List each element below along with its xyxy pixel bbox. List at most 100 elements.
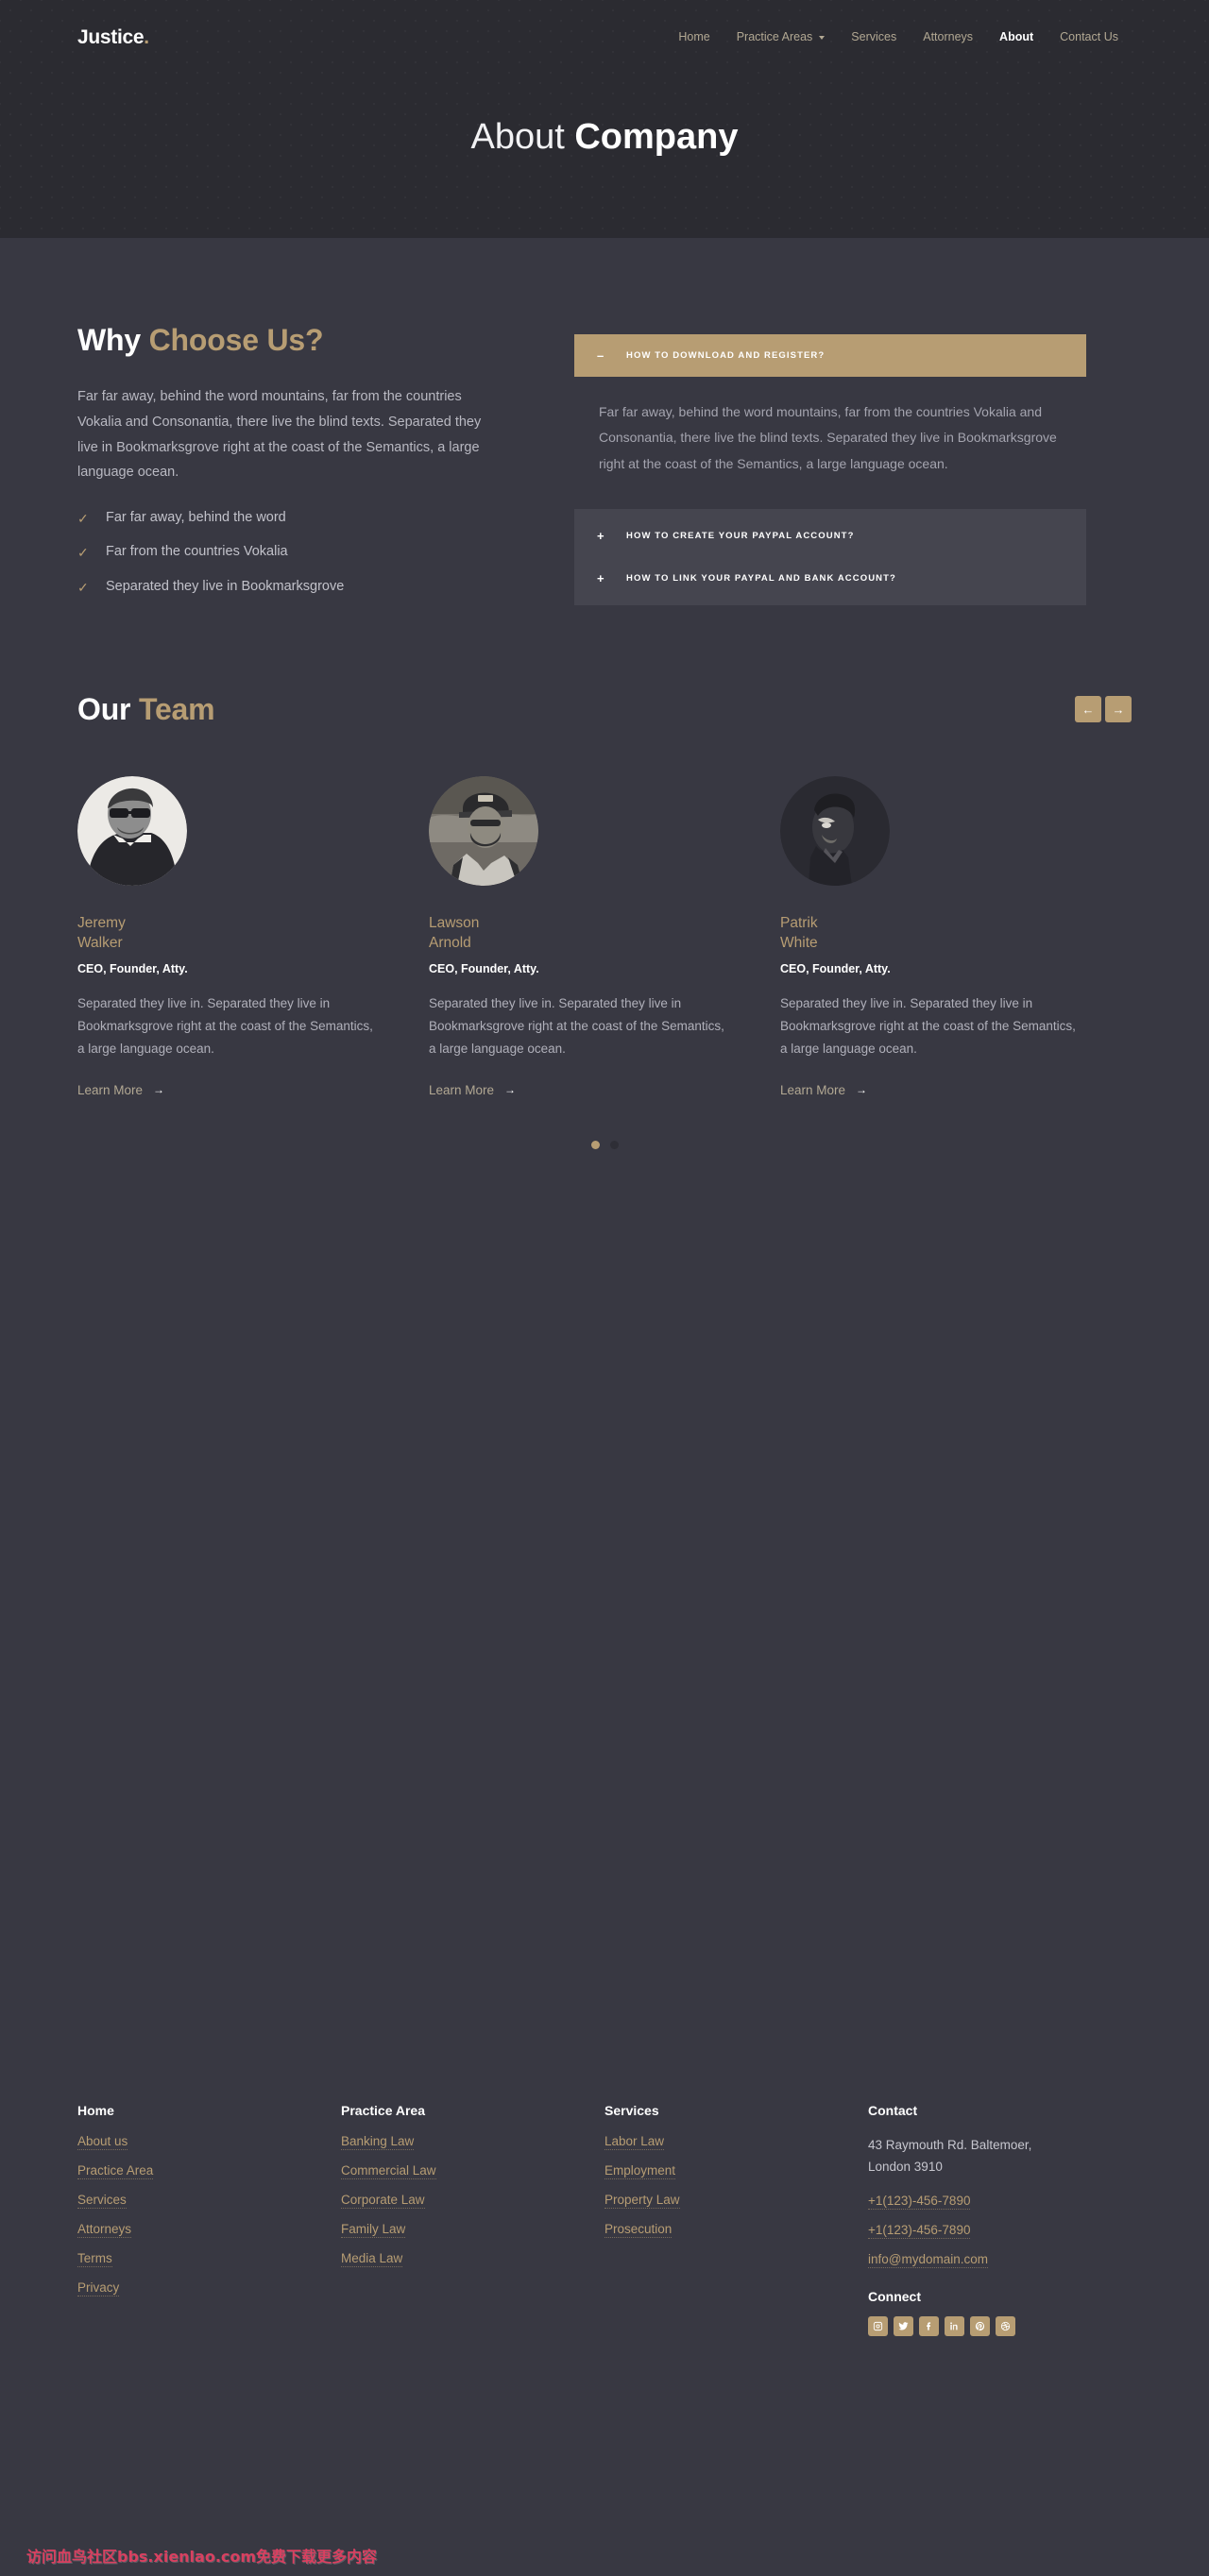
- nav-item-practice-areas[interactable]: Practice Areas: [724, 25, 839, 49]
- member-role: CEO, Founder, Atty.: [780, 961, 891, 975]
- footer-link-terms[interactable]: Terms: [77, 2251, 112, 2267]
- carousel-dot-2[interactable]: [609, 1140, 619, 1149]
- top-navbar: Justice. Home Practice Areas Services At…: [0, 0, 1209, 74]
- footer-link-commercial-law[interactable]: Commercial Law: [341, 2163, 436, 2179]
- accordion-header-create-paypal[interactable]: + HOW TO CREATE YOUR PAYPAL ACCOUNT?: [574, 515, 1086, 557]
- logo-text: Justice: [77, 25, 145, 48]
- learn-more-link[interactable]: Learn More →: [780, 1083, 867, 1097]
- twitter-icon[interactable]: [894, 2315, 913, 2336]
- dribbble-icon[interactable]: [996, 2315, 1015, 2336]
- page-spacer: [77, 1149, 1132, 2103]
- why-paragraph: Far far away, behind the word mountains,…: [77, 389, 482, 481]
- page-title-bold: Company: [574, 117, 739, 157]
- footer-phone-2[interactable]: +1(123)-456-7890: [868, 2223, 971, 2239]
- avatar-jeremy-walker: [77, 775, 187, 886]
- check-label: Separated they live in Bookmarksgrove: [106, 578, 345, 594]
- team-grid: Jeremy Walker CEO, Founder, Atty. Separa…: [77, 775, 1132, 1099]
- nav-item-about[interactable]: About: [986, 25, 1047, 49]
- carousel-dot-1[interactable]: [590, 1140, 600, 1149]
- plus-icon: +: [597, 570, 605, 585]
- accordion-header-link-paypal-bank[interactable]: + HOW TO LINK YOUR PAYPAL AND BANK ACCOU…: [574, 557, 1086, 600]
- footer-link-prosecution[interactable]: Prosecution: [604, 2222, 673, 2238]
- arrow-right-icon: →: [1112, 702, 1125, 717]
- footer-column-title: Contact: [868, 2102, 918, 2118]
- member-description: Separated they live in. Separated they l…: [429, 995, 724, 1057]
- address-line-2: London 3910: [868, 2160, 943, 2175]
- faq-accordion: – HOW TO DOWNLOAD AND REGISTER? Far far …: [574, 334, 1086, 605]
- footer-link-employment[interactable]: Employment: [604, 2163, 676, 2179]
- team-carousel-nav: ← →: [1075, 696, 1132, 723]
- footer-link-banking-law[interactable]: Banking Law: [341, 2134, 415, 2150]
- footer-phone-1[interactable]: +1(123)-456-7890: [868, 2194, 971, 2210]
- member-name: Jeremy Walker: [77, 914, 380, 954]
- arrow-right-icon: →: [504, 1083, 517, 1097]
- address-line-1: 43 Raymouth Rd. Baltemoer,: [868, 2137, 1032, 2152]
- nav-label: Home: [678, 30, 710, 43]
- learn-more-label: Learn More: [780, 1082, 846, 1097]
- faq-accordion-wrap: – HOW TO DOWNLOAD AND REGISTER? Far far …: [574, 323, 1086, 613]
- site-footer: Home About us Practice Area Services Att…: [77, 2103, 1132, 2393]
- team-title-white: Our: [77, 691, 139, 726]
- learn-more-link[interactable]: Learn More →: [77, 1083, 164, 1097]
- footer-email[interactable]: info@mydomain.com: [868, 2252, 988, 2268]
- footer-link-about-us[interactable]: About us: [77, 2134, 128, 2150]
- member-role: CEO, Founder, Atty.: [429, 961, 539, 975]
- nav-item-contact-us[interactable]: Contact Us: [1047, 25, 1132, 49]
- learn-more-link[interactable]: Learn More →: [429, 1083, 516, 1097]
- instagram-icon[interactable]: [868, 2315, 888, 2336]
- linkedin-icon[interactable]: [945, 2315, 964, 2336]
- site-logo[interactable]: Justice.: [77, 27, 149, 47]
- nav-item-services[interactable]: Services: [838, 25, 910, 49]
- chevron-down-icon: [819, 35, 826, 40]
- list-item: ✓ Far from the countries Vokalia: [77, 544, 484, 561]
- footer-link-family-law[interactable]: Family Law: [341, 2222, 406, 2238]
- page-root: Justice. Home Practice Areas Services At…: [0, 0, 1209, 2576]
- facebook-icon[interactable]: [919, 2315, 939, 2336]
- footer-link-media-law[interactable]: Media Law: [341, 2251, 403, 2267]
- why-choose-us-left: Why Choose Us? Far far away, behind the …: [77, 323, 484, 613]
- footer-column-contact: Contact 43 Raymouth Rd. Baltemoer, Londo…: [868, 2103, 1132, 2336]
- avatar-patrik-white: [780, 775, 890, 886]
- nav-label: Attorneys: [923, 30, 974, 43]
- footer-link-property-law[interactable]: Property Law: [604, 2193, 680, 2209]
- accordion-title: HOW TO DOWNLOAD AND REGISTER?: [626, 350, 826, 361]
- footer-link-attorneys[interactable]: Attorneys: [77, 2222, 132, 2238]
- page-title-light: About: [470, 117, 575, 157]
- check-icon: ✓: [77, 545, 89, 561]
- team-title-gold: Team: [138, 691, 215, 726]
- team-card: Jeremy Walker CEO, Founder, Atty. Separa…: [77, 775, 429, 1099]
- footer-grid: Home About us Practice Area Services Att…: [77, 2103, 1132, 2336]
- footer-link-practice-area[interactable]: Practice Area: [77, 2163, 154, 2179]
- nav-label: Services: [851, 30, 897, 43]
- footer-column-title: Practice Area: [341, 2102, 425, 2118]
- footer-link-labor-law[interactable]: Labor Law: [604, 2134, 665, 2150]
- footer-link-privacy[interactable]: Privacy: [77, 2280, 120, 2296]
- member-first-name: Jeremy: [77, 914, 126, 931]
- pinterest-icon[interactable]: [970, 2315, 990, 2336]
- content-wrap: Why Choose Us? Far far away, behind the …: [77, 238, 1132, 2393]
- social-links: [868, 2315, 1132, 2336]
- hero-banner: Justice. Home Practice Areas Services At…: [0, 0, 1209, 238]
- carousel-prev-button[interactable]: ←: [1075, 696, 1101, 723]
- check-label: Far from the countries Vokalia: [106, 544, 288, 560]
- accordion-header-download-register[interactable]: – HOW TO DOWNLOAD AND REGISTER?: [574, 334, 1086, 377]
- why-title-gold: Choose Us?: [148, 323, 324, 357]
- logo-dot: .: [144, 25, 149, 48]
- watermark-text: 访问血鸟社区bbs.xienlao.com免费下载更多内容: [26, 2548, 378, 2566]
- page-title: About Company: [0, 117, 1209, 158]
- accordion-title: HOW TO LINK YOUR PAYPAL AND BANK ACCOUNT…: [626, 572, 896, 584]
- avatar-image: [780, 775, 890, 886]
- nav-item-attorneys[interactable]: Attorneys: [910, 25, 986, 49]
- carousel-next-button[interactable]: →: [1105, 696, 1132, 723]
- accordion-closed-group: + HOW TO CREATE YOUR PAYPAL ACCOUNT? + H…: [574, 508, 1086, 605]
- footer-link-corporate-law[interactable]: Corporate Law: [341, 2193, 425, 2209]
- accordion-title: HOW TO CREATE YOUR PAYPAL ACCOUNT?: [626, 530, 855, 541]
- arrow-right-icon: →: [153, 1083, 165, 1097]
- footer-column-services: Services Labor Law Employment Property L…: [604, 2103, 868, 2336]
- nav-item-home[interactable]: Home: [665, 25, 723, 49]
- check-icon: ✓: [77, 579, 89, 595]
- footer-link-services[interactable]: Services: [77, 2193, 127, 2209]
- check-icon: ✓: [77, 511, 89, 527]
- member-description: Separated they live in. Separated they l…: [77, 995, 373, 1057]
- avatar-image: [429, 775, 538, 886]
